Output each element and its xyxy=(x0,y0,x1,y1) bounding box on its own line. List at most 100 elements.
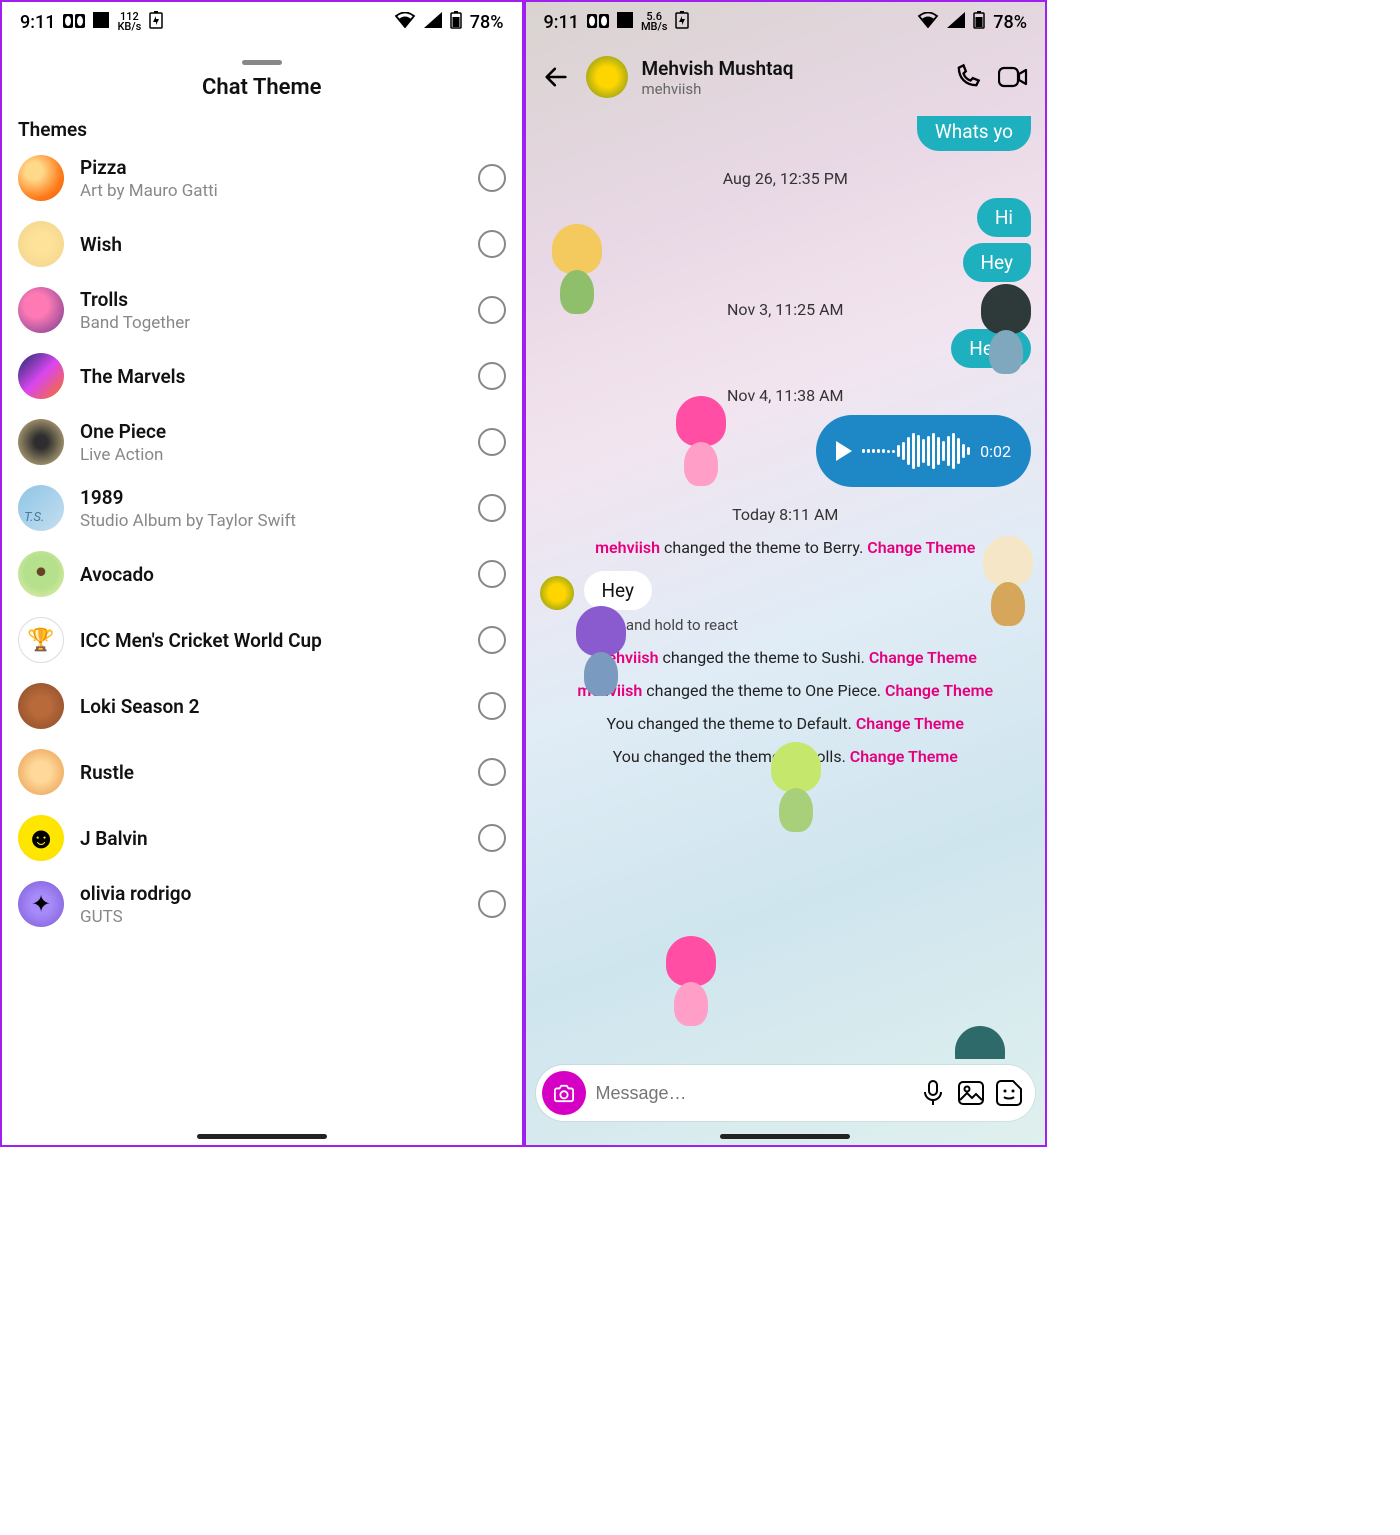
theme-radio[interactable] xyxy=(478,626,506,654)
theme-radio[interactable] xyxy=(478,758,506,786)
battery-icon xyxy=(973,11,985,34)
change-theme-link[interactable]: Change Theme xyxy=(869,648,977,667)
theme-title: Trolls xyxy=(80,288,462,311)
message-row: Hey xyxy=(540,243,1032,282)
chat-title-wrap[interactable]: Mehvish Mushtaq mehviish xyxy=(642,57,938,98)
theme-title: ICC Men's Cricket World Cup xyxy=(80,629,462,652)
theme-title: One Piece xyxy=(80,420,462,443)
status-bar: 9:11 112KB/s 78% xyxy=(2,2,522,42)
chat-avatar[interactable] xyxy=(586,56,628,98)
theme-radio[interactable] xyxy=(478,230,506,258)
theme-radio[interactable] xyxy=(478,560,506,588)
theme-radio[interactable] xyxy=(478,362,506,390)
theme-row[interactable]: 1989Studio Album by Taylor Swift xyxy=(18,475,506,541)
theme-avatar xyxy=(18,221,64,267)
theme-row[interactable]: ICC Men's Cricket World Cup xyxy=(18,607,506,673)
theme-list: PizzaArt by Mauro Gatti Wish TrollsBand To… xyxy=(2,145,522,937)
received-message[interactable]: Hey xyxy=(584,571,653,610)
themes-section-label: Themes xyxy=(2,118,522,145)
chat-username: mehviish xyxy=(642,80,938,98)
theme-row[interactable]: TrollsBand Together xyxy=(18,277,506,343)
message-composer xyxy=(536,1065,1036,1121)
panel-chat: 9:11 5.6MB/s 78% Mehvish Mushtaq mehviis… xyxy=(524,0,1048,1147)
theme-avatar xyxy=(18,485,64,531)
sticker-button[interactable] xyxy=(995,1079,1023,1107)
theme-row[interactable]: olivia rodrigoGUTS xyxy=(18,871,506,937)
battery-saver-icon xyxy=(149,11,163,34)
theme-avatar xyxy=(18,551,64,597)
voice-message[interactable]: 0:02 xyxy=(816,415,1031,487)
theme-radio[interactable] xyxy=(478,428,506,456)
theme-radio[interactable] xyxy=(478,164,506,192)
theme-row[interactable]: J Balvin xyxy=(18,805,506,871)
theme-radio[interactable] xyxy=(478,494,506,522)
theme-title: Wish xyxy=(80,233,462,256)
theme-text: J Balvin xyxy=(80,827,462,850)
theme-subtitle: GUTS xyxy=(80,907,462,927)
change-theme-link[interactable]: Change Theme xyxy=(885,681,993,700)
change-theme-link[interactable]: Change Theme xyxy=(867,538,975,557)
status-time: 9:11 xyxy=(20,12,55,33)
theme-radio[interactable] xyxy=(478,890,506,918)
theme-radio[interactable] xyxy=(478,296,506,324)
call-button[interactable] xyxy=(951,61,983,93)
sender-avatar[interactable] xyxy=(540,576,574,610)
theme-title: olivia rodrigo xyxy=(80,882,462,905)
waveform[interactable] xyxy=(862,431,970,471)
home-indicator[interactable] xyxy=(720,1134,850,1139)
theme-radio[interactable] xyxy=(478,824,506,852)
theme-avatar xyxy=(18,155,64,201)
gallery-button[interactable] xyxy=(957,1079,985,1107)
camera-button[interactable] xyxy=(542,1071,586,1115)
sent-message[interactable]: Hey xyxy=(963,243,1032,282)
theme-row[interactable]: Rustle xyxy=(18,739,506,805)
system-message: mehviish changed the theme to Sushi. Cha… xyxy=(540,648,1032,667)
theme-text: olivia rodrigoGUTS xyxy=(80,882,462,927)
theme-text: Loki Season 2 xyxy=(80,695,462,718)
theme-avatar xyxy=(18,419,64,465)
dolby-icon xyxy=(587,12,609,33)
theme-subtitle: Art by Mauro Gatti xyxy=(80,181,462,201)
theme-radio[interactable] xyxy=(478,692,506,720)
video-call-button[interactable] xyxy=(997,61,1029,93)
theme-row[interactable]: The Marvels xyxy=(18,343,506,409)
message-row: Hi xyxy=(540,198,1032,237)
message-row: Whats yo xyxy=(540,116,1032,151)
timestamp: Aug 26, 12:35 PM xyxy=(540,169,1032,188)
change-theme-link[interactable]: Change Theme xyxy=(856,714,964,733)
react-hint: Tap and hold to react xyxy=(598,616,1032,634)
signal-icon xyxy=(424,12,442,33)
timestamp: Nov 4, 11:38 AM xyxy=(540,386,1032,405)
theme-row[interactable]: One PieceLive Action xyxy=(18,409,506,475)
system-message: You changed the theme to Trolls. Change … xyxy=(540,747,1032,766)
sent-message[interactable]: Whats yo xyxy=(917,116,1031,151)
sent-message[interactable]: Hi xyxy=(977,198,1031,237)
theme-text: Avocado xyxy=(80,563,462,586)
timestamp: Today 8:11 AM xyxy=(540,505,1032,524)
theme-title: J Balvin xyxy=(80,827,462,850)
theme-title: The Marvels xyxy=(80,365,462,388)
theme-title: Avocado xyxy=(80,563,462,586)
home-indicator[interactable] xyxy=(197,1134,327,1139)
drag-handle[interactable] xyxy=(242,60,282,65)
system-message: mehviish changed the theme to One Piece.… xyxy=(540,681,1032,700)
voice-duration: 0:02 xyxy=(980,442,1011,461)
mic-button[interactable] xyxy=(919,1079,947,1107)
net-speed: 5.6MB/s xyxy=(641,12,668,32)
theme-row[interactable]: Wish xyxy=(18,211,506,277)
battery-saver-icon xyxy=(675,11,689,34)
theme-row[interactable]: Avocado xyxy=(18,541,506,607)
sheet-title: Chat Theme xyxy=(2,75,522,100)
theme-subtitle: Band Together xyxy=(80,313,462,333)
system-user: mehviish xyxy=(594,648,659,667)
theme-row[interactable]: Loki Season 2 xyxy=(18,673,506,739)
back-button[interactable] xyxy=(542,63,572,91)
chat-body[interactable]: Whats yo Aug 26, 12:35 PM Hi Hey Nov 3, … xyxy=(526,106,1046,1059)
message-input[interactable] xyxy=(596,1083,910,1104)
block-icon xyxy=(617,12,633,33)
play-icon[interactable] xyxy=(836,441,852,461)
theme-title: Rustle xyxy=(80,761,462,784)
theme-row[interactable]: PizzaArt by Mauro Gatti xyxy=(18,145,506,211)
sent-message[interactable]: Hello xyxy=(951,329,1031,368)
change-theme-link[interactable]: Change Theme xyxy=(850,747,958,766)
